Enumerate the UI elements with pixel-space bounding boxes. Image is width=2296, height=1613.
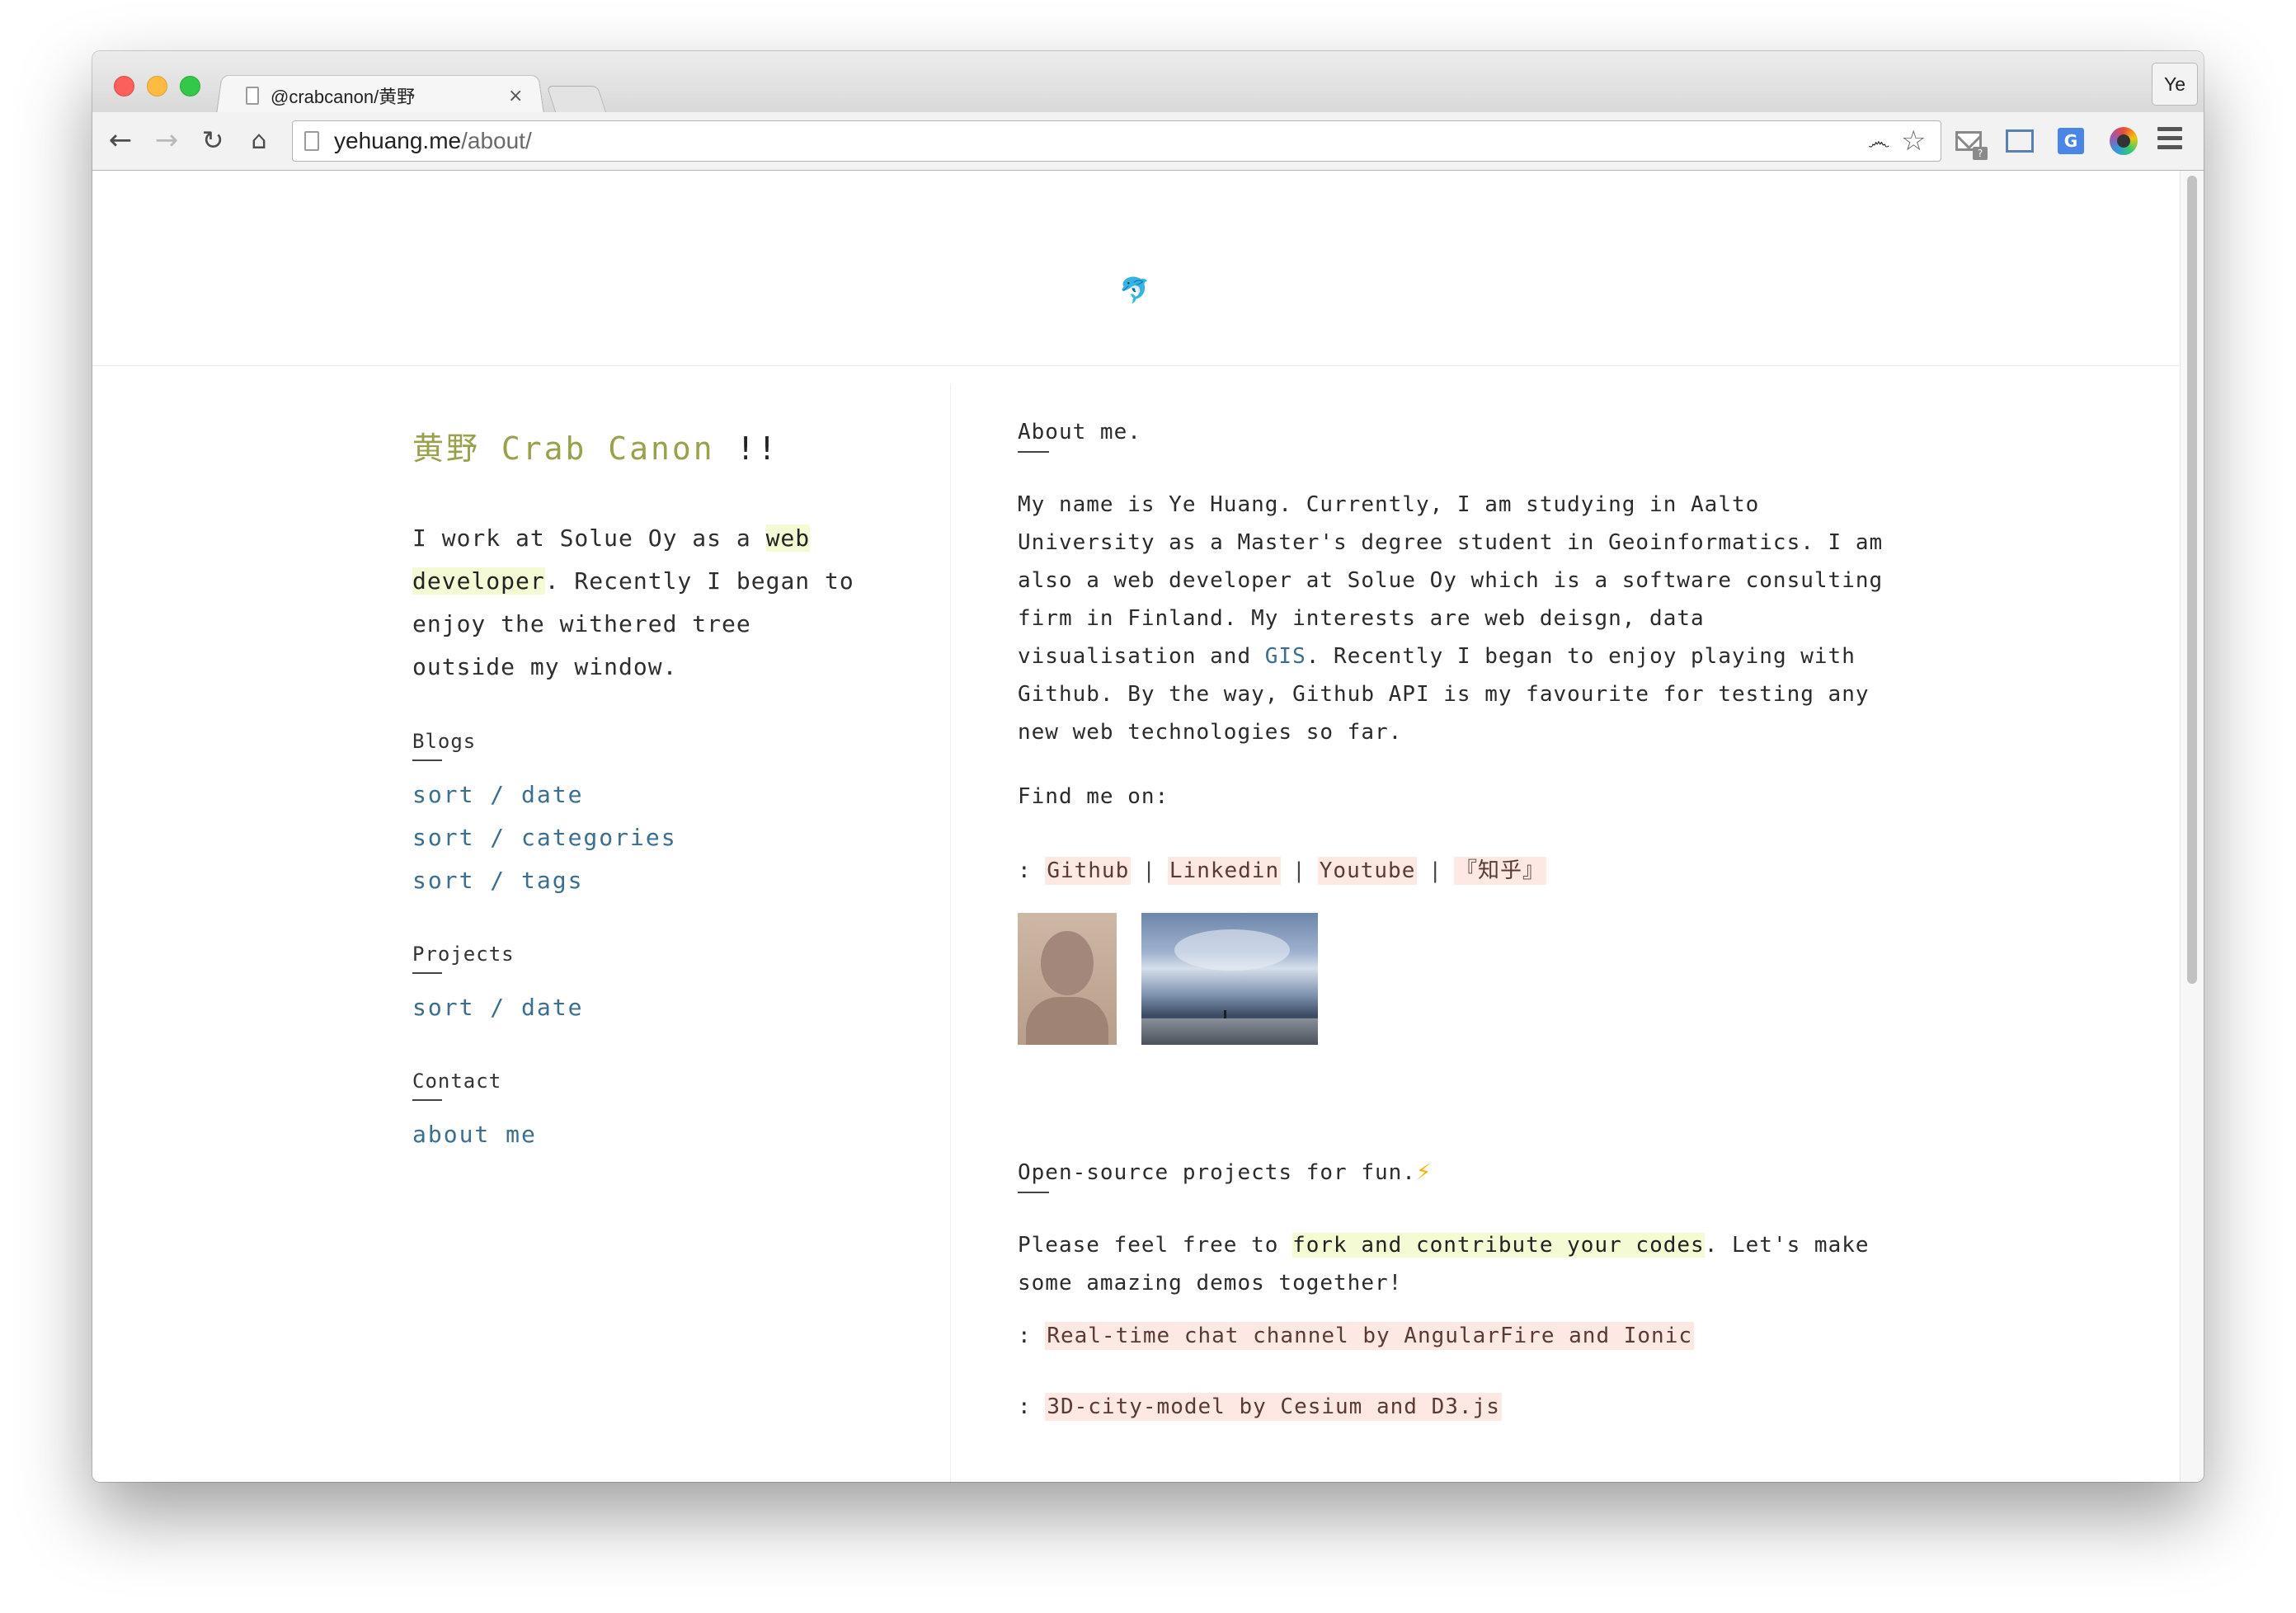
open-source-paragraph: Please feel free to fork and contribute …	[1018, 1233, 1870, 1296]
landscape-photo	[1141, 913, 1318, 1045]
minimize-window-button[interactable]	[147, 76, 167, 96]
youtube-link[interactable]: Youtube	[1317, 857, 1418, 885]
page-viewport: 🐬 黄野 Crab Canon !! I work at Solue Oy as…	[92, 171, 2204, 1482]
tab-close-icon[interactable]: ×	[508, 86, 523, 106]
linkedin-link[interactable]: Linkedin	[1167, 857, 1282, 885]
gis-link[interactable]: GIS	[1265, 644, 1306, 669]
about-me-link[interactable]: about me	[412, 1121, 537, 1148]
home-icon[interactable]: ⌂	[241, 122, 277, 158]
column-divider	[950, 383, 951, 1482]
scrollbar[interactable]	[2180, 171, 2204, 1482]
find-me-label: Find me on:	[1018, 784, 1169, 809]
close-window-button[interactable]	[114, 76, 134, 96]
page-icon	[304, 131, 319, 151]
bookmark-star-icon[interactable]: ☆	[1901, 125, 1926, 158]
title-bar: @crabcanon/黄野 × Ye	[92, 51, 2204, 115]
translate-icon[interactable]: G	[2055, 125, 2087, 157]
reload-icon[interactable]: ↻	[195, 122, 231, 158]
back-arrow-icon[interactable]: ←	[102, 122, 139, 158]
project-item: : Real-time chat channel by AngularFire …	[1018, 1322, 1695, 1350]
site-header: 🐬	[92, 171, 2181, 366]
page-icon	[246, 87, 259, 105]
mail-badge: ?	[1973, 147, 1988, 160]
hamburger-menu-icon[interactable]	[2157, 127, 2182, 154]
dolphin-logo-icon[interactable]: 🐬	[1119, 276, 1150, 305]
browser-toolbar: ← → ↻ ⌂ yehuang.me/about/ ෴ ☆ ? G	[92, 112, 2204, 171]
blogs-sort-date-link[interactable]: sort / date	[412, 781, 583, 808]
city-model-link[interactable]: 3D-city-model by Cesium and D3.js	[1045, 1393, 1502, 1421]
intro-text: I work at Solue Oy as a web developer. R…	[412, 524, 854, 680]
projects-label: Projects	[412, 943, 515, 974]
lightning-icon: ⚡	[1415, 1160, 1433, 1185]
zhihu-link[interactable]: 『知乎』	[1454, 857, 1547, 885]
open-source-highlight: fork and contribute your codes	[1292, 1233, 1705, 1258]
tab-title: @crabcanon/黄野	[271, 87, 416, 107]
browser-window: @crabcanon/黄野 × Ye ← → ↻ ⌂ yehuang.me/ab…	[92, 51, 2204, 1482]
about-heading: About me.	[1018, 420, 1141, 453]
about-paragraph: My name is Ye Huang. Currently, I am stu…	[1018, 492, 1884, 745]
site-title[interactable]: 黄野 Crab Canon !!	[412, 423, 779, 468]
blogs-sort-categories-link[interactable]: sort / categories	[412, 824, 677, 851]
color-picker-icon[interactable]	[2108, 125, 2139, 157]
profile-photo	[1018, 913, 1117, 1045]
scrollbar-thumb[interactable]	[2187, 176, 2197, 984]
tab-content: @crabcanon/黄野 ×	[239, 78, 536, 114]
open-source-heading: Open-source projects for fun.⚡	[1018, 1160, 1432, 1193]
social-links: : Github | Linkedin | Youtube | 『知乎』	[1018, 857, 1547, 885]
blogs-label: Blogs	[412, 730, 476, 761]
zoom-window-button[interactable]	[180, 76, 200, 96]
contact-label: Contact	[412, 1070, 501, 1101]
projects-sort-date-link[interactable]: sort / date	[412, 994, 583, 1021]
mustache-extension-icon[interactable]: ෴	[1868, 128, 1890, 156]
mail-checker-icon[interactable]: ?	[1953, 125, 1988, 160]
chat-channel-link[interactable]: Real-time chat channel by AngularFire an…	[1045, 1322, 1695, 1350]
forward-arrow-icon[interactable]: →	[148, 122, 185, 158]
screen-capture-icon[interactable]	[2004, 125, 2035, 157]
profile-button[interactable]: Ye	[2152, 63, 2198, 106]
new-tab-button[interactable]	[546, 86, 607, 113]
project-item: : 3D-city-model by Cesium and D3.js	[1018, 1393, 1502, 1421]
address-bar[interactable]: yehuang.me/about/ ෴ ☆	[292, 120, 1941, 162]
blogs-sort-tags-link[interactable]: sort / tags	[412, 867, 583, 894]
url-text[interactable]: yehuang.me/about/	[334, 128, 532, 154]
github-link[interactable]: Github	[1045, 857, 1132, 885]
